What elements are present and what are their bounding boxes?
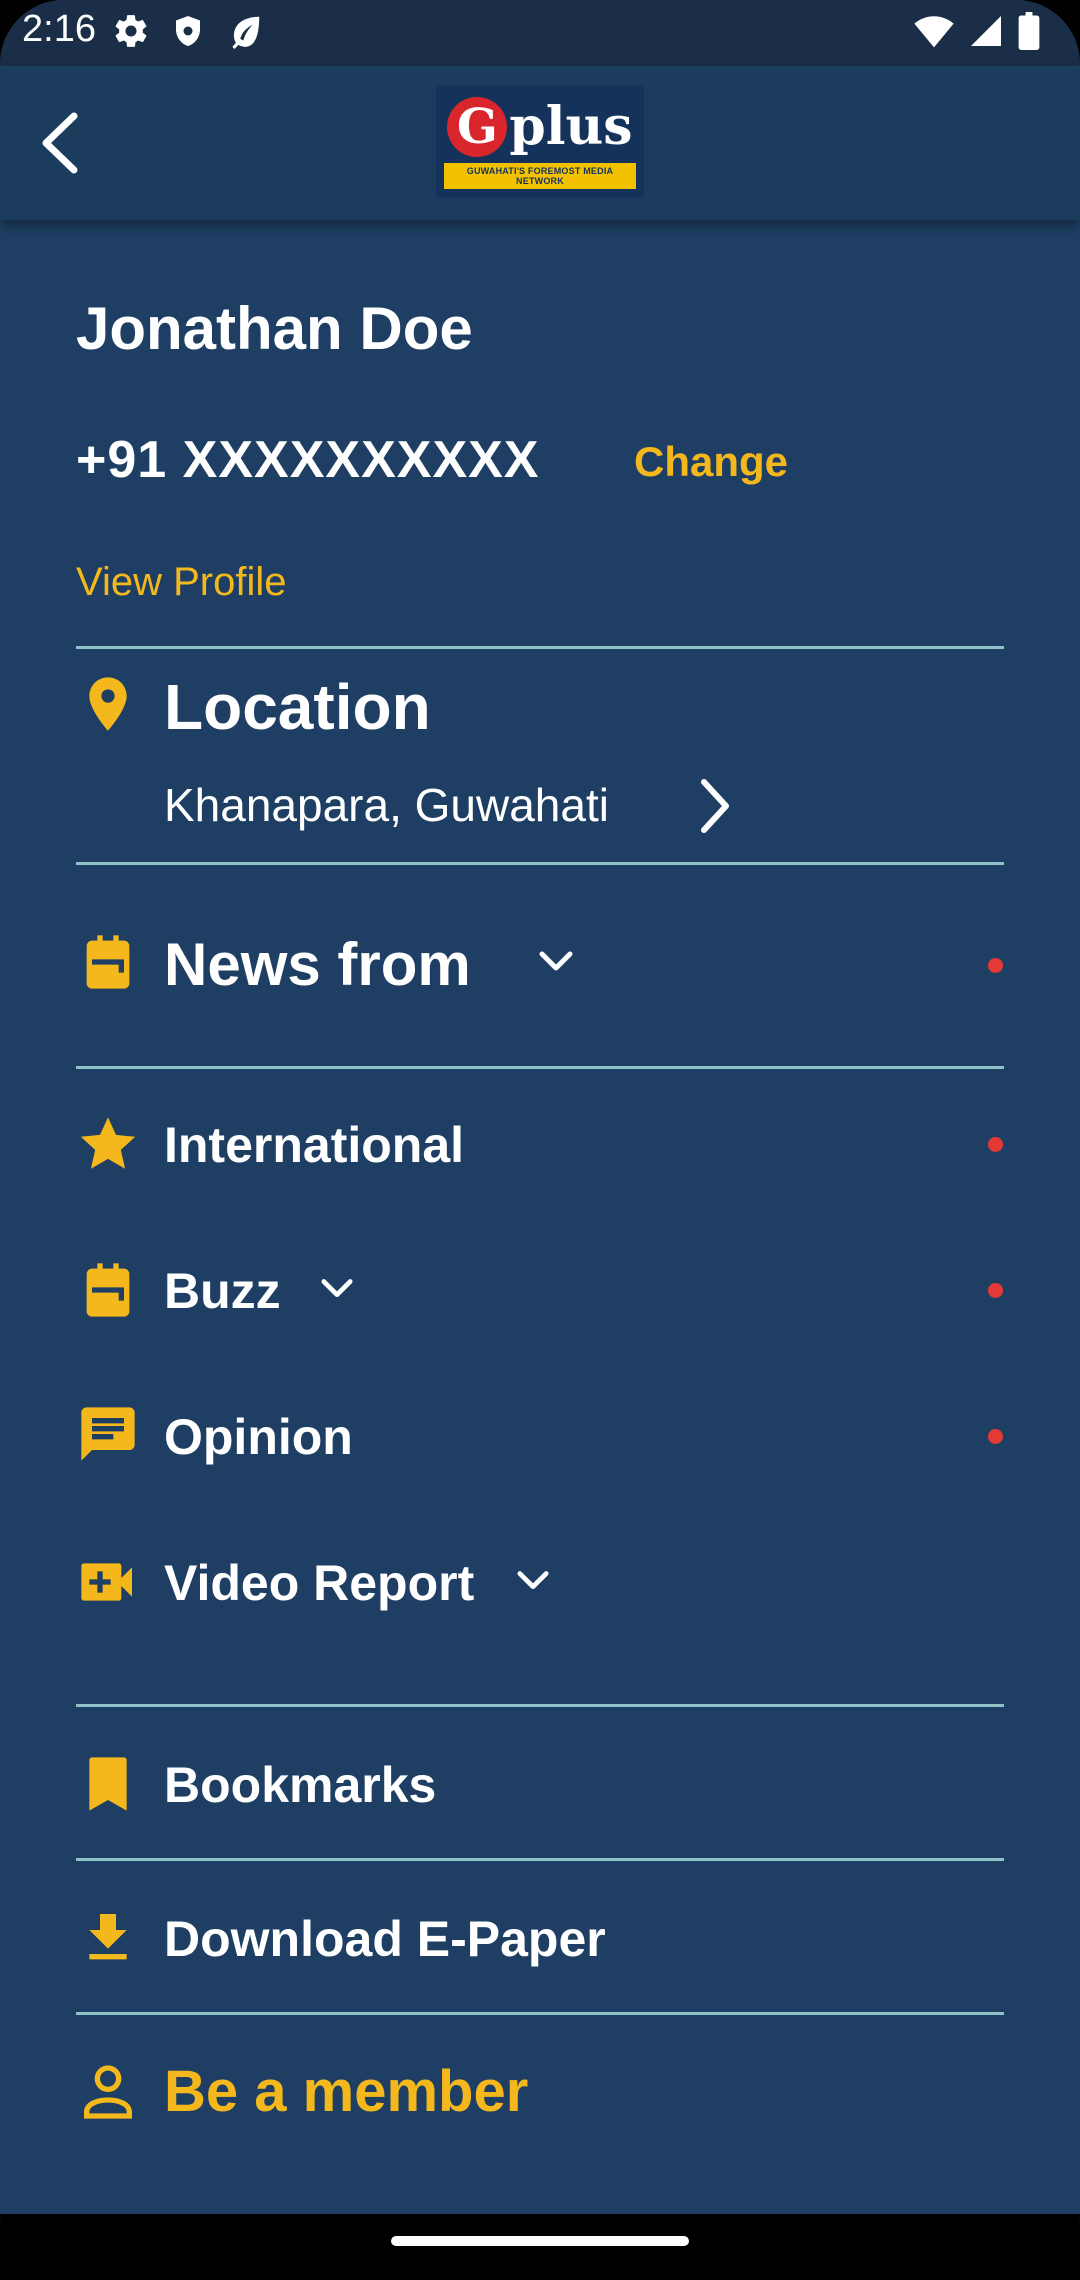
divider <box>76 862 1004 865</box>
bookmark-icon <box>89 1757 127 1811</box>
be-member-label: Be a member <box>164 2059 529 2124</box>
international-label: International <box>164 1117 465 1173</box>
divider <box>76 1704 1004 1707</box>
person-icon <box>84 2065 132 2119</box>
location-value: Khanapara, Guwahati <box>164 779 609 831</box>
buzz-label: Buzz <box>164 1263 281 1319</box>
back-arrow-icon <box>42 112 78 174</box>
home-gesture-handle[interactable] <box>391 2236 689 2246</box>
app-bar: G plus GUWAHATI'S FOREMOST MEDIA NETWORK <box>0 66 1080 220</box>
change-phone-button[interactable]: Change <box>634 438 788 486</box>
status-icons-right <box>914 12 1040 50</box>
logo-text: plus <box>509 96 633 157</box>
gplus-logo: G plus GUWAHATI'S FOREMOST MEDIA NETWORK <box>436 86 644 198</box>
shield-icon <box>176 16 200 46</box>
status-time: 2:16 <box>22 8 96 50</box>
buzz-icon <box>86 1263 130 1317</box>
notification-dot <box>988 1429 1003 1444</box>
divider <box>76 1858 1004 1861</box>
screen: 2:16 G plus GUWAHATI'S FOREMOST MEDIA NE… <box>0 0 1080 2280</box>
leaf-icon <box>232 16 260 50</box>
divider <box>76 646 1004 649</box>
notification-dot <box>988 958 1003 973</box>
user-name: Jonathan Doe <box>76 295 473 362</box>
chevron-down-icon <box>321 1279 353 1298</box>
bookmarks-label: Bookmarks <box>164 1757 437 1813</box>
settings-icon <box>115 15 147 47</box>
video-add-icon <box>81 1563 132 1601</box>
chevron-down-icon <box>517 1571 549 1590</box>
notification-dot <box>988 1283 1003 1298</box>
opinion-label: Opinion <box>164 1409 353 1465</box>
back-button[interactable] <box>30 110 90 176</box>
download-epaper-label: Download E-Paper <box>164 1911 606 1967</box>
status-icons-left <box>112 12 264 50</box>
divider <box>76 2012 1004 2015</box>
notification-dot <box>988 1137 1003 1152</box>
view-profile-link[interactable]: View Profile <box>76 560 286 605</box>
logo-tagline: GUWAHATI'S FOREMOST MEDIA NETWORK <box>444 163 636 189</box>
chevron-right-icon <box>701 779 729 833</box>
navigation-bar <box>0 2214 1080 2280</box>
location-pin-icon <box>89 677 127 731</box>
star-icon <box>80 1117 136 1169</box>
news-from-label: News from <box>164 931 471 998</box>
logo-wordmark: G plus <box>447 95 633 159</box>
logo-letter: G <box>447 97 508 157</box>
opinion-icon <box>81 1407 135 1461</box>
signal-icon <box>971 16 1001 46</box>
divider <box>76 1066 1004 1069</box>
status-bar: 2:16 <box>0 0 1080 66</box>
phone-number: +91 XXXXXXXXXX <box>76 431 540 489</box>
video-report-label: Video Report <box>164 1555 475 1611</box>
battery-icon <box>1018 12 1040 50</box>
chevron-down-icon <box>539 951 573 971</box>
wifi-icon <box>914 16 954 48</box>
download-icon <box>89 1914 127 1960</box>
news-icon <box>86 935 130 989</box>
location-title: Location <box>164 671 431 743</box>
